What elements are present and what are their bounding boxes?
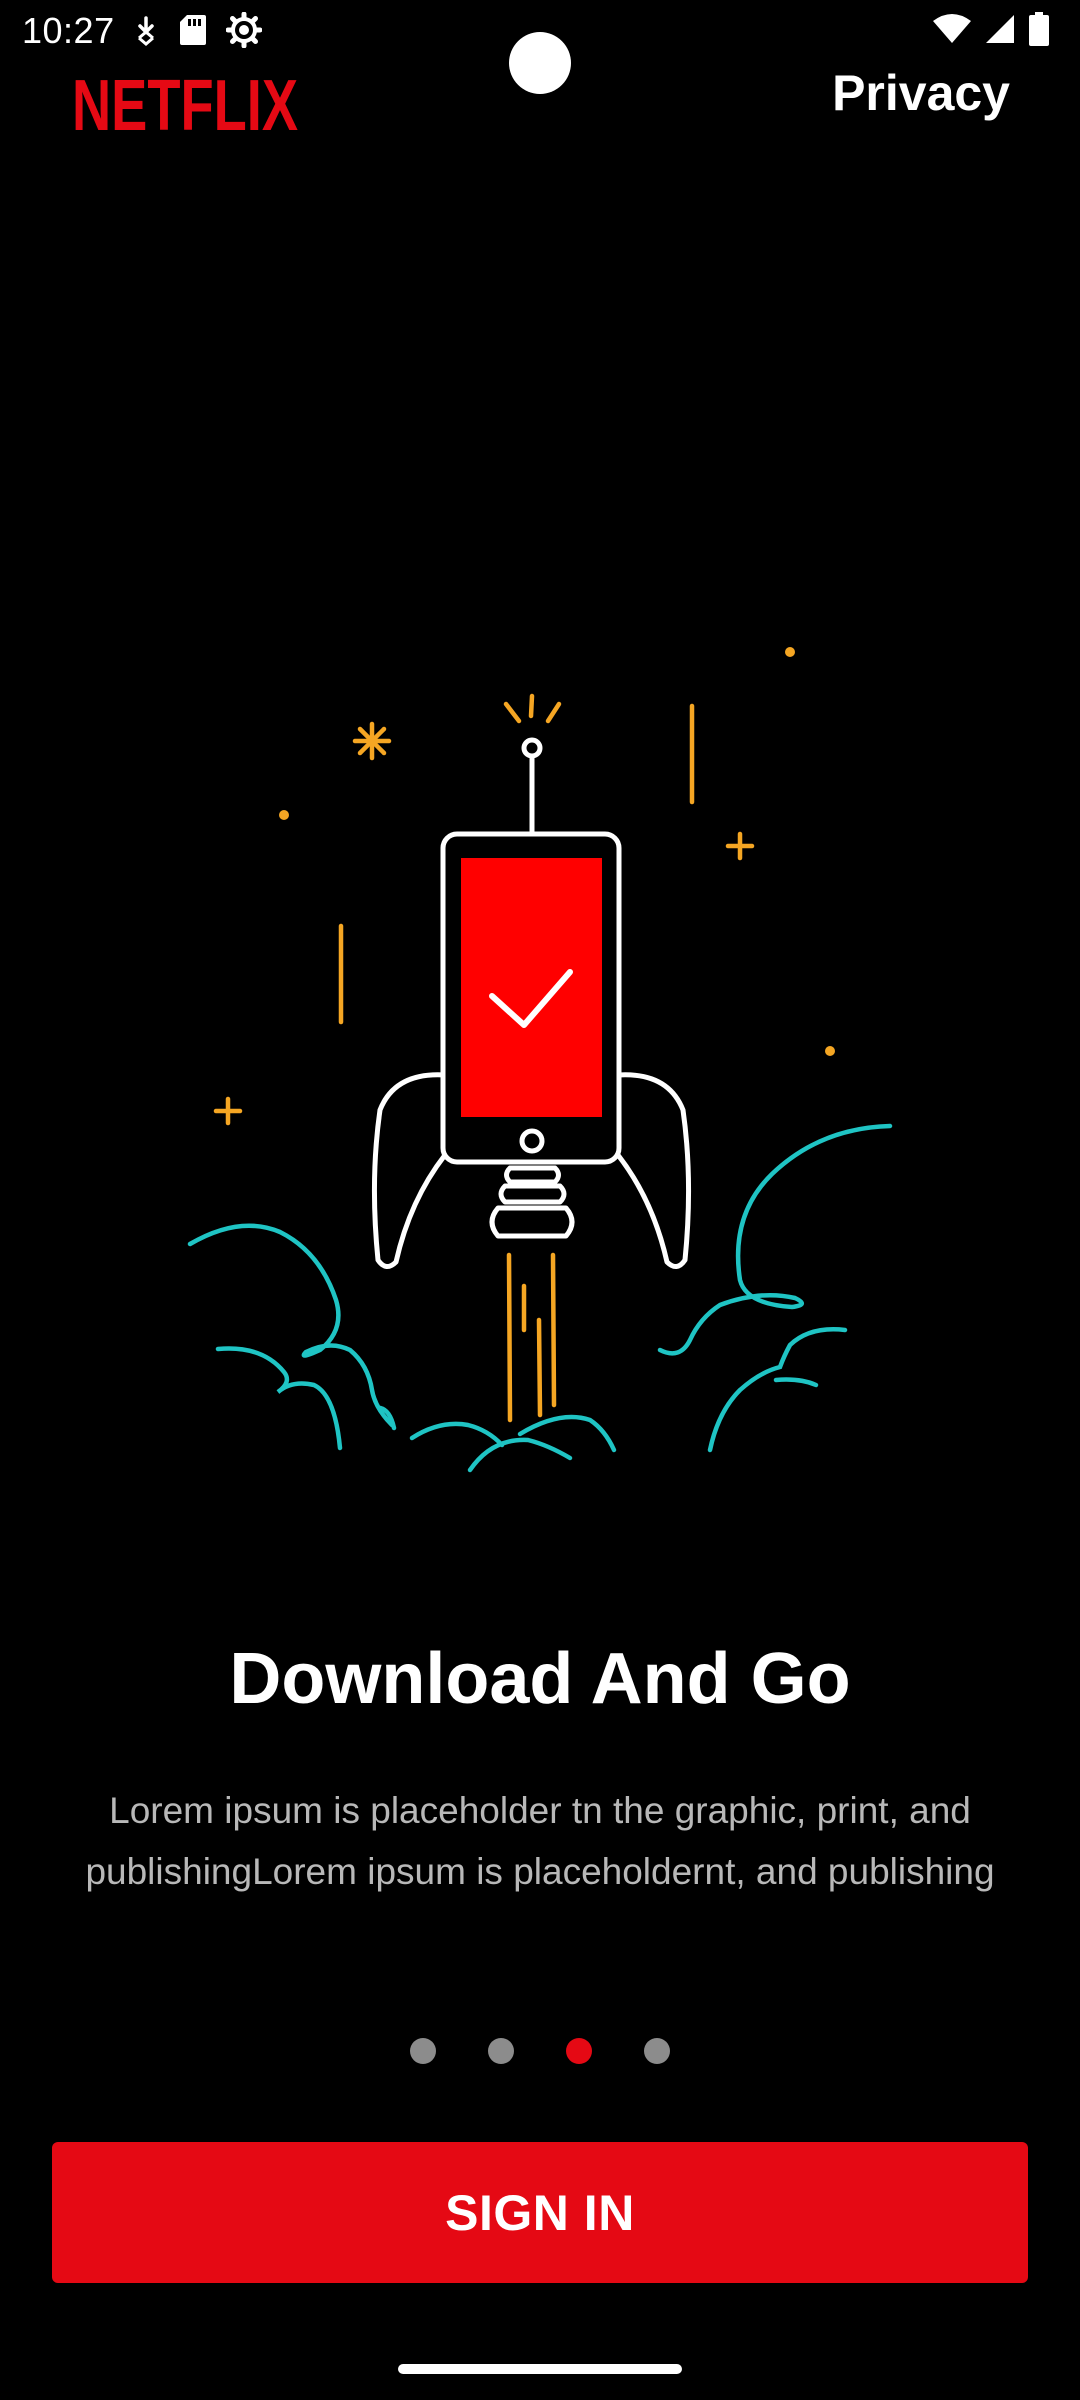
phone-screen [461,858,602,1117]
netflix-logo-text: NETFLIX [72,70,298,136]
status-time: 10:27 [22,10,115,51]
page-indicator [0,2038,1080,2064]
page-dot-1[interactable] [410,2038,436,2064]
page-dot-2[interactable] [488,2038,514,2064]
wifi-icon [933,14,971,43]
battery-icon [1029,12,1049,46]
sign-in-button[interactable]: SIGN IN [52,2142,1028,2283]
signal-icon [986,15,1014,43]
status-right-icons [932,12,1050,46]
settings-gear-icon [226,12,262,48]
rocket-phone-launch-illustration [187,647,893,1473]
smoke-clouds [187,1123,893,1473]
sd-card-icon [180,15,206,45]
onboarding-title: Download And Go [229,1639,851,1719]
onboarding-description: Lorem ipsum is placeholder tn the graphi… [85,1790,995,1892]
page-dot-4[interactable] [644,2038,670,2064]
download-notification-icon [138,16,154,46]
home-indicator[interactable] [398,2364,682,2374]
status-left-icons [132,12,262,48]
netflix-logo: NETFLIX [72,70,298,136]
privacy-link[interactable]: Privacy [832,64,1010,122]
front-camera [509,32,571,94]
page-dot-3-active[interactable] [566,2038,592,2064]
exhaust-lines [506,1252,557,1423]
